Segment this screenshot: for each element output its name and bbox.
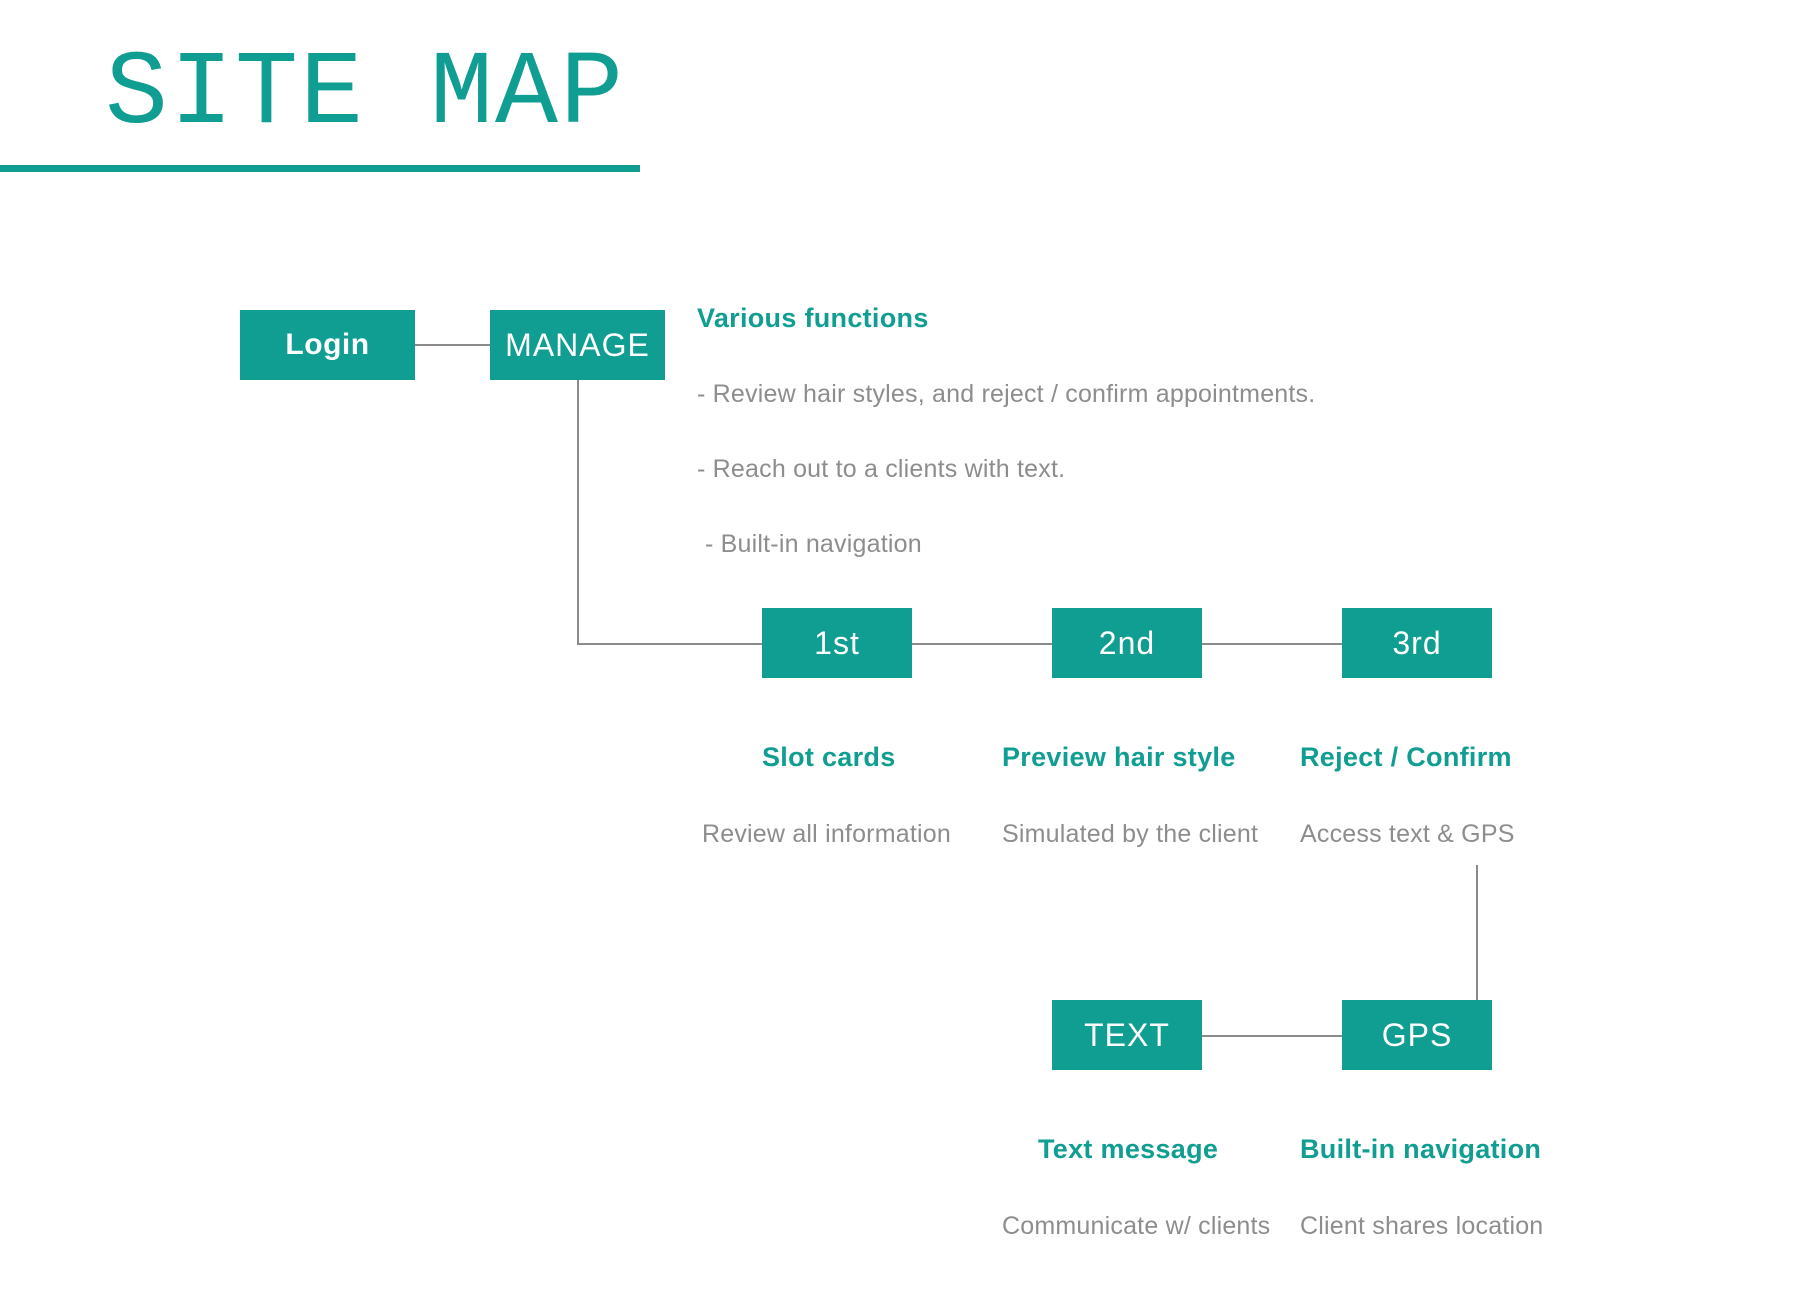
manage-line2: - Reach out to a clients with text. [697, 455, 1065, 484]
node-second: 2nd [1052, 608, 1202, 678]
connector-manage-down [577, 380, 579, 645]
third-heading: Reject / Confirm [1300, 742, 1512, 773]
node-third: 3rd [1342, 608, 1492, 678]
gps-heading: Built-in navigation [1300, 1134, 1541, 1165]
manage-line1: - Review hair styles, and reject / confi… [697, 380, 1315, 409]
connector-second-third [1202, 643, 1342, 645]
first-sub: Review all information [702, 820, 951, 849]
text-sub: Communicate w/ clients [1002, 1212, 1270, 1241]
page-title: SITE MAP [105, 35, 625, 154]
text-heading: Text message [1038, 1134, 1218, 1165]
manage-heading: Various functions [697, 303, 929, 334]
node-first: 1st [762, 608, 912, 678]
node-login: Login [240, 310, 415, 380]
connector-text-gps [1202, 1035, 1342, 1037]
node-manage: MANAGE [490, 310, 665, 380]
connector-third-gps [1476, 865, 1478, 1000]
connector-manage-right [577, 643, 762, 645]
title-underline [0, 165, 640, 172]
node-text: TEXT [1052, 1000, 1202, 1070]
third-sub: Access text & GPS [1300, 820, 1515, 849]
gps-sub: Client shares location [1300, 1212, 1543, 1241]
first-heading: Slot cards [762, 742, 896, 773]
manage-line3: - Built-in navigation [705, 530, 922, 559]
node-gps: GPS [1342, 1000, 1492, 1070]
connector-login-manage [415, 344, 490, 346]
connector-first-second [912, 643, 1052, 645]
second-heading: Preview hair style [1002, 742, 1236, 773]
second-sub: Simulated by the client [1002, 820, 1258, 849]
